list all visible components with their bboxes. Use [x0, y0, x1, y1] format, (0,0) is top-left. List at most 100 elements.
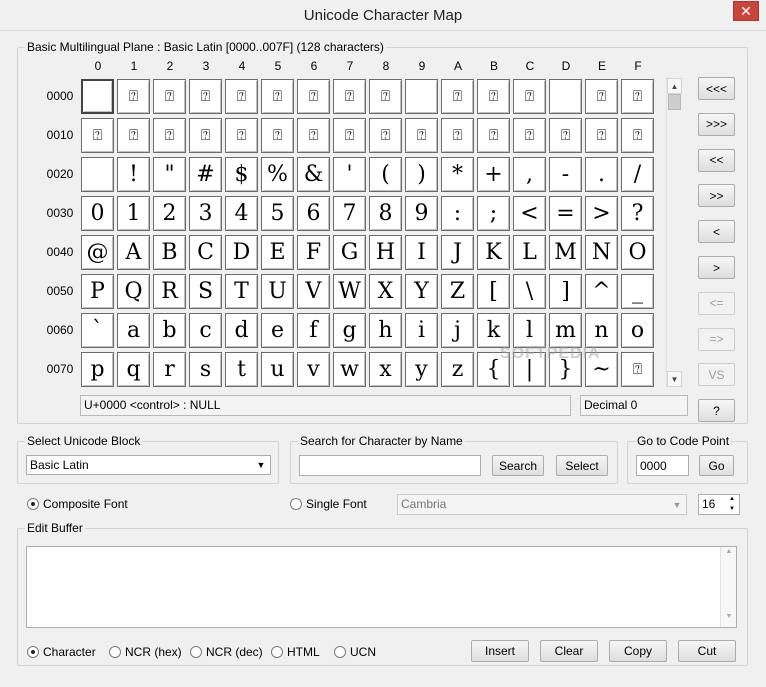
character-cell[interactable]: ! [117, 157, 150, 192]
character-cell[interactable]: 1 [117, 196, 150, 231]
character-cell[interactable]: k [477, 313, 510, 348]
character-cell[interactable]: 6 [297, 196, 330, 231]
character-cell[interactable]: Z [441, 274, 474, 309]
character-cell[interactable]: 0 [81, 196, 114, 231]
character-cell[interactable]: ⍰ [297, 79, 330, 114]
unicode-block-select[interactable]: Basic Latin [26, 455, 271, 475]
character-cell[interactable]: I [405, 235, 438, 270]
character-cell[interactable]: L [513, 235, 546, 270]
close-icon[interactable]: ✕ [733, 1, 759, 21]
character-cell[interactable]: ⍰ [153, 118, 186, 153]
select-button[interactable]: Select [556, 455, 608, 476]
edit-buffer-scrollbar[interactable]: ▲ ▼ [720, 547, 736, 627]
character-cell[interactable]: 8 [369, 196, 402, 231]
character-cell[interactable]: ⍰ [81, 118, 114, 153]
character-cell[interactable]: x [369, 352, 402, 387]
edit-buffer-textarea[interactable] [26, 546, 737, 628]
html-mode-radio[interactable]: HTML [271, 645, 320, 659]
character-cell[interactable]: ⍰ [189, 79, 222, 114]
character-cell[interactable]: ⍰ [621, 352, 654, 387]
character-cell[interactable]: T [225, 274, 258, 309]
character-cell[interactable]: ( [369, 157, 402, 192]
character-cell[interactable]: " [153, 157, 186, 192]
character-cell[interactable]: H [369, 235, 402, 270]
character-cell[interactable]: ⍰ [549, 118, 582, 153]
character-cell[interactable]: \ [513, 274, 546, 309]
character-mode-radio[interactable]: Character [27, 645, 96, 659]
character-cell[interactable]: Y [405, 274, 438, 309]
vs-button[interactable]: VS [698, 363, 735, 387]
character-cell[interactable]: : [441, 196, 474, 231]
character-cell[interactable]: , [513, 157, 546, 192]
edit-scroll-up-icon[interactable]: ▲ [722, 548, 736, 555]
character-cell[interactable]: ` [81, 313, 114, 348]
scroll-up-icon[interactable]: ▲ [667, 78, 682, 94]
single-font-radio[interactable]: Single Font [290, 497, 367, 511]
go-button[interactable]: Go [699, 455, 734, 476]
character-cell[interactable]: 7 [333, 196, 366, 231]
character-cell[interactable]: e [261, 313, 294, 348]
character-cell[interactable]: V [297, 274, 330, 309]
character-cell[interactable]: w [333, 352, 366, 387]
character-cell[interactable]: # [189, 157, 222, 192]
font-select[interactable]: Cambria [397, 494, 687, 515]
character-cell[interactable]: . [585, 157, 618, 192]
spin-down-icon[interactable]: ▼ [725, 505, 739, 514]
character-cell[interactable]: p [81, 352, 114, 387]
character-cell[interactable]: j [441, 313, 474, 348]
character-cell[interactable]: + [477, 157, 510, 192]
character-cell[interactable]: ⍰ [225, 79, 258, 114]
scroll-down-icon[interactable]: ▼ [667, 371, 682, 387]
character-cell[interactable]: u [261, 352, 294, 387]
character-cell[interactable]: ⍰ [513, 79, 546, 114]
character-cell[interactable]: ⍰ [441, 118, 474, 153]
character-cell[interactable]: 9 [405, 196, 438, 231]
last-page-button[interactable]: >>> [698, 112, 735, 136]
character-cell[interactable]: c [189, 313, 222, 348]
character-cell[interactable]: i [405, 313, 438, 348]
first-page-button[interactable]: <<< [698, 77, 735, 100]
character-cell[interactable]: X [369, 274, 402, 309]
spin-up-icon[interactable]: ▲ [725, 495, 739, 504]
character-cell[interactable]: ⍰ [585, 79, 618, 114]
character-cell[interactable]: N [585, 235, 618, 270]
character-cell[interactable]: ⍰ [369, 118, 402, 153]
character-cell[interactable]: * [441, 157, 474, 192]
next-row-button[interactable]: > [698, 256, 735, 279]
character-cell[interactable]: s [189, 352, 222, 387]
character-cell[interactable]: q [117, 352, 150, 387]
dropdown-arrow-icon[interactable]: ▼ [253, 457, 269, 473]
character-cell[interactable]: t [225, 352, 258, 387]
character-cell[interactable]: D [225, 235, 258, 270]
ucn-mode-radio[interactable]: UCN [334, 645, 376, 659]
forward-button[interactable]: => [698, 327, 735, 351]
character-cell[interactable]: ) [405, 157, 438, 192]
character-cell[interactable]: ⍰ [405, 118, 438, 153]
character-cell[interactable]: ⍰ [477, 118, 510, 153]
character-cell[interactable]: J [441, 235, 474, 270]
character-cell[interactable]: [ [477, 274, 510, 309]
character-cell[interactable]: G [333, 235, 366, 270]
character-cell[interactable]: & [297, 157, 330, 192]
character-cell[interactable]: @ [81, 235, 114, 270]
code-point-input[interactable] [636, 455, 689, 476]
character-cell[interactable]: ⍰ [189, 118, 222, 153]
font-dropdown-arrow-icon[interactable]: ▼ [669, 497, 685, 513]
character-cell[interactable]: n [585, 313, 618, 348]
character-cell[interactable]: 4 [225, 196, 258, 231]
character-cell[interactable]: ⍰ [441, 79, 474, 114]
composite-font-radio[interactable]: Composite Font [27, 497, 128, 511]
character-cell[interactable] [81, 79, 114, 114]
prev-row-button[interactable]: < [698, 220, 735, 244]
character-cell[interactable] [549, 79, 582, 114]
character-cell[interactable]: ⍰ [369, 79, 402, 114]
character-cell[interactable]: b [153, 313, 186, 348]
character-cell[interactable]: ⍰ [333, 118, 366, 153]
character-cell[interactable]: z [441, 352, 474, 387]
character-cell[interactable]: ⍰ [261, 118, 294, 153]
character-cell[interactable]: r [153, 352, 186, 387]
cut-button[interactable]: Cut [678, 640, 736, 662]
character-cell[interactable]: A [117, 235, 150, 270]
grid-scrollbar[interactable] [666, 77, 683, 388]
character-cell[interactable]: = [549, 196, 582, 231]
